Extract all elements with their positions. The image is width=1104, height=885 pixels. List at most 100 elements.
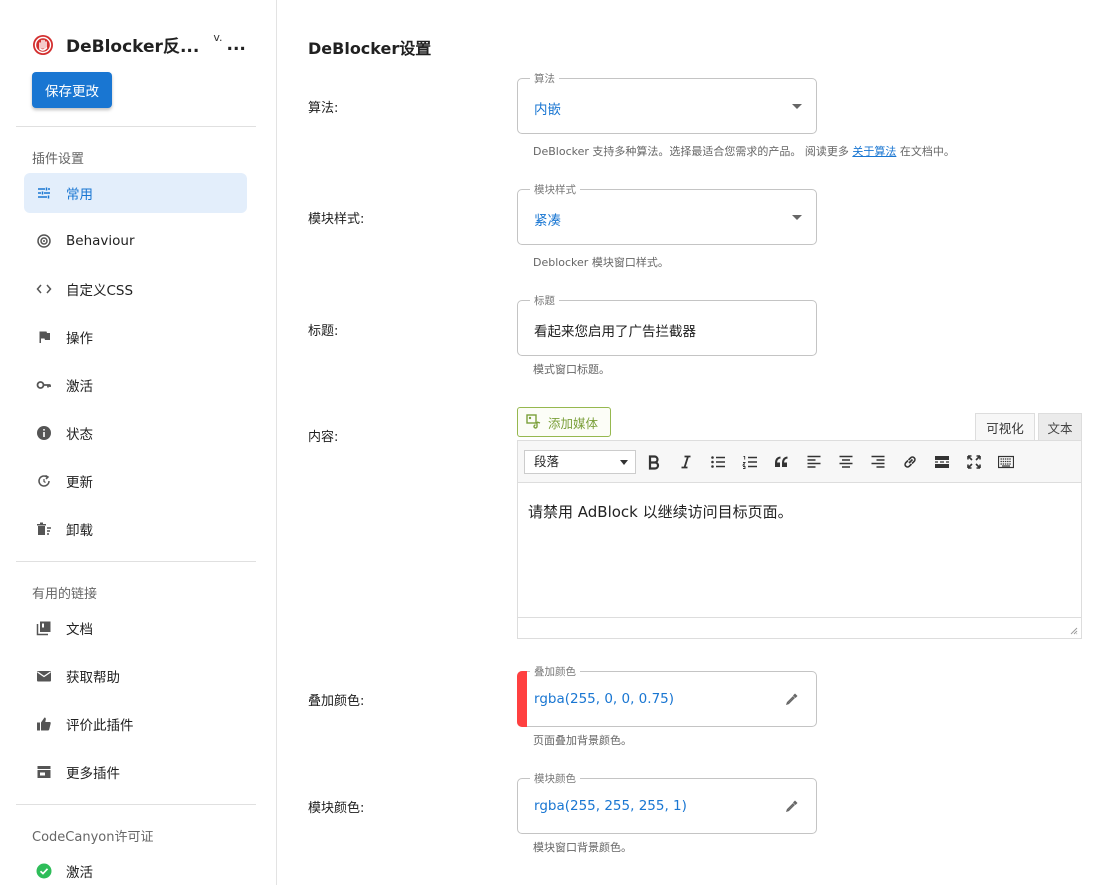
page-title: DeBlocker设置 xyxy=(308,39,432,58)
sidebar-item-custom-css[interactable]: 自定义CSS xyxy=(24,269,247,309)
thumb-up-icon xyxy=(24,716,64,732)
sidebar-item-label: 更新 xyxy=(66,475,93,491)
sidebar-divider xyxy=(16,804,256,805)
read-more-button[interactable] xyxy=(933,453,951,471)
section-label-plugin-settings: 插件设置 xyxy=(32,152,85,167)
mail-icon xyxy=(24,668,64,684)
key-icon xyxy=(24,377,64,393)
align-center-button[interactable] xyxy=(837,453,855,471)
tab-text[interactable]: 文本 xyxy=(1038,413,1082,441)
sidebar-item-updates[interactable]: 更新 xyxy=(24,461,247,501)
content-editor[interactable]: 段落 请禁用 AdBlock 以继续访问目标页面。 xyxy=(517,440,1082,639)
read-more-icon xyxy=(935,456,949,468)
blockquote-button[interactable] xyxy=(773,453,791,471)
algorithm-select[interactable]: 算法 内嵌 xyxy=(517,71,817,134)
settings-main: DeBlocker设置 算法: 算法 内嵌 DeBlocker 支持多种算法。选… xyxy=(277,0,1104,885)
target-icon xyxy=(24,233,64,249)
add-media-button[interactable]: 添加媒体 xyxy=(517,407,611,437)
sidebar-item-actions[interactable]: 操作 xyxy=(24,317,247,357)
modal-style-value: 紧凑 xyxy=(534,213,561,229)
algorithm-help: DeBlocker 支持多种算法。选择最适合您需求的产品。 阅读更多 关于算法 … xyxy=(533,143,955,159)
store-icon xyxy=(24,764,64,780)
brand-version-more: ... xyxy=(226,34,246,55)
sidebar-link-docs[interactable]: 文档 xyxy=(24,608,247,648)
brand: DeBlocker反... v. ... xyxy=(32,31,246,57)
bullet-list-button[interactable] xyxy=(709,453,727,471)
overlay-color-help: 页面叠加背景颜色。 xyxy=(533,734,632,747)
format-select[interactable]: 段落 xyxy=(524,450,636,474)
overlay-color-label: 叠加颜色: xyxy=(308,694,365,709)
align-left-button[interactable] xyxy=(805,453,823,471)
bold-icon xyxy=(648,455,660,470)
quote-icon xyxy=(775,456,788,467)
insert-link-button[interactable] xyxy=(901,453,919,471)
sidebar-item-status[interactable]: 状态 xyxy=(24,413,247,453)
section-label-license: CodeCanyon许可证 xyxy=(32,830,154,845)
brand-title: DeBlocker反... xyxy=(66,37,200,57)
save-changes-button[interactable]: 保存更改 xyxy=(32,72,112,108)
caret-down-icon xyxy=(792,215,802,220)
caret-down-icon xyxy=(620,460,628,465)
modal-style-select[interactable]: 模块样式 紧凑 xyxy=(517,182,817,245)
add-media-icon xyxy=(526,414,541,429)
fullscreen-button[interactable] xyxy=(965,453,983,471)
sidebar-item-label: 常用 xyxy=(66,187,93,203)
sidebar-item-label: 状态 xyxy=(66,427,93,443)
numbered-list-button[interactable] xyxy=(741,453,759,471)
modal-color-legend: 模块颜色 xyxy=(530,771,580,786)
italic-icon xyxy=(681,455,691,469)
sidebar-item-label: 更多插件 xyxy=(66,766,120,782)
heading-legend: 标题 xyxy=(530,293,559,308)
algorithm-help-suffix: 在文档中。 xyxy=(896,145,955,158)
align-right-icon xyxy=(871,455,885,468)
stop-hand-icon xyxy=(33,34,53,55)
sidebar-item-label: Behaviour xyxy=(66,233,135,249)
sidebar-item-activation[interactable]: 激活 xyxy=(24,365,247,405)
sidebar-link-rate-plugin[interactable]: 评价此插件 xyxy=(24,704,247,744)
link-icon xyxy=(904,456,916,468)
overlay-color-value: rgba(255, 0, 0, 0.75) xyxy=(534,691,675,707)
flag-icon xyxy=(24,329,64,345)
bold-button[interactable] xyxy=(645,453,663,471)
sidebar-item-behaviour[interactable]: Behaviour xyxy=(24,221,247,261)
modal-color-help: 模块窗口背景颜色。 xyxy=(533,841,632,854)
sidebar-item-label: 评价此插件 xyxy=(66,718,134,734)
align-right-button[interactable] xyxy=(869,453,887,471)
sidebar-divider xyxy=(16,126,256,127)
overlay-color-legend: 叠加颜色 xyxy=(530,664,580,679)
numbered-list-icon xyxy=(742,456,757,469)
resize-grip-icon[interactable] xyxy=(1070,627,1078,635)
sidebar-item-label: 激活 xyxy=(66,379,93,395)
sidebar-item-general[interactable]: 常用 xyxy=(24,173,247,213)
sidebar-item-label: 自定义CSS xyxy=(66,283,134,299)
sidebar-link-more-plugins[interactable]: 更多插件 xyxy=(24,752,247,792)
trash-icon xyxy=(24,521,64,537)
info-icon xyxy=(24,425,64,441)
sidebar-license-activation[interactable]: 激活 xyxy=(24,851,247,885)
modal-color-input[interactable]: 模块颜色 rgba(255, 255, 255, 1) xyxy=(517,771,817,834)
overlay-color-input[interactable]: 叠加颜色 rgba(255, 0, 0, 0.75) xyxy=(517,664,817,727)
align-left-icon xyxy=(807,455,821,468)
italic-button[interactable] xyxy=(677,453,695,471)
about-algorithms-link[interactable]: 关于算法 xyxy=(852,145,896,158)
code-icon xyxy=(24,281,64,297)
sliders-icon xyxy=(24,185,64,201)
sidebar-item-label: 操作 xyxy=(66,331,93,347)
editor-content-text[interactable]: 请禁用 AdBlock 以继续访问目标页面。 xyxy=(528,501,793,522)
editor-toolbar: 段落 xyxy=(518,441,1081,483)
content-label: 内容: xyxy=(308,430,339,445)
fullscreen-icon xyxy=(967,455,981,469)
sidebar-item-label: 卸载 xyxy=(66,523,93,539)
sidebar-item-uninstall[interactable]: 卸载 xyxy=(24,509,247,549)
eyedropper-icon[interactable] xyxy=(784,798,800,814)
sidebar-item-label: 获取帮助 xyxy=(66,670,120,686)
sidebar: DeBlocker反... v. ... 保存更改 插件设置 常用 Behavi… xyxy=(0,0,277,885)
eyedropper-icon[interactable] xyxy=(784,691,800,707)
refresh-icon xyxy=(24,473,64,489)
heading-label: 标题: xyxy=(308,324,339,339)
modal-color-label: 模块颜色: xyxy=(308,801,365,816)
tab-visual[interactable]: 可视化 xyxy=(975,413,1035,441)
heading-input[interactable]: 标题 看起来您启用了广告拦截器 xyxy=(517,293,817,356)
sidebar-link-get-help[interactable]: 获取帮助 xyxy=(24,656,247,696)
toolbar-toggle-button[interactable] xyxy=(997,453,1015,471)
